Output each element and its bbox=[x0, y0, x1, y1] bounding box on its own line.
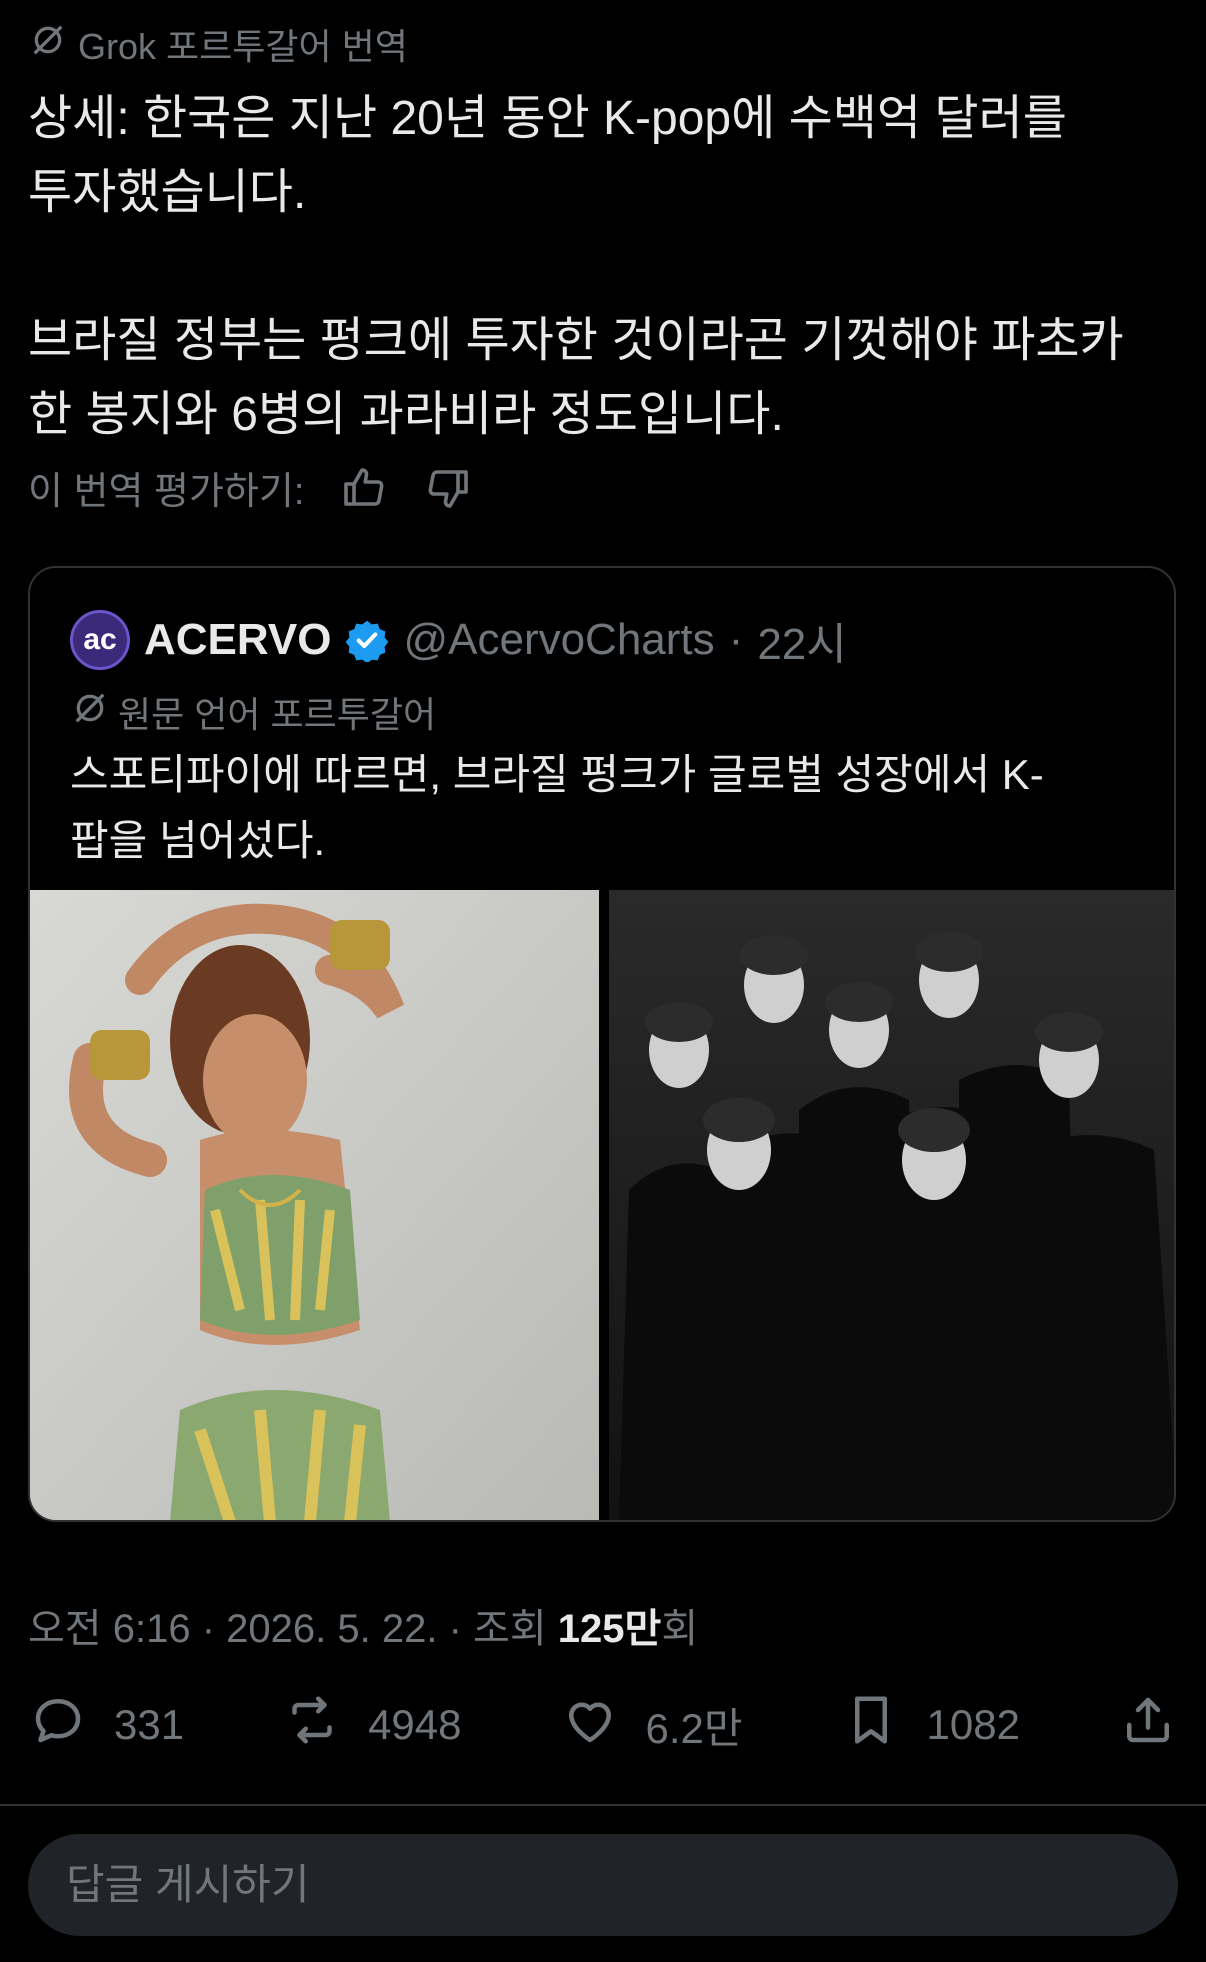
separator-dot: · bbox=[728, 615, 744, 664]
repost-button[interactable]: 4948 bbox=[282, 1690, 462, 1760]
separator-dot: · bbox=[448, 1607, 462, 1651]
quoted-tweet-text: 스포티파이에 따르면, 브라질 펑크가 글로벌 성장에서 K- 팝을 넘어섰다. bbox=[70, 751, 1044, 864]
tweet-detail-page: Grok 포르투갈어 번역 상세: 한국은 지난 20년 동안 K-pop에 수… bbox=[0, 0, 1206, 1962]
reply-count: 331 bbox=[114, 1701, 185, 1748]
quoted-tweet-card[interactable]: ac ACERVO @AcervoCharts · 22시 원문 언어 포르투갈… bbox=[28, 566, 1176, 1522]
share-icon bbox=[1118, 1690, 1178, 1760]
tweet-actions-bar: 331 4948 6.2만 1082 bbox=[28, 1690, 1178, 1760]
quoted-tweet-time: 22시 bbox=[757, 620, 847, 669]
bookmark-count: 1082 bbox=[926, 1701, 1020, 1748]
grok-slash-icon bbox=[70, 688, 110, 737]
translated-tweet-text: 상세: 한국은 지난 20년 동안 K-pop에 수백억 달러를 투자했습니다.… bbox=[28, 92, 1124, 441]
share-button[interactable] bbox=[1118, 1690, 1178, 1760]
original-language-label[interactable]: 원문 언어 포르투갈어 bbox=[118, 686, 436, 738]
grok-translation-label-row: Grok 포르투갈어 번역 bbox=[28, 18, 408, 70]
repost-icon bbox=[282, 1690, 342, 1760]
quoted-author-handle[interactable]: @AcervoCharts bbox=[403, 615, 714, 665]
separator-dot: · bbox=[201, 1607, 216, 1651]
avatar[interactable]: ac bbox=[70, 610, 130, 670]
reply-button[interactable]: 331 bbox=[28, 1690, 184, 1760]
bookmark-icon bbox=[841, 1690, 901, 1760]
tweet-time[interactable]: 오전 6:16 bbox=[28, 1607, 191, 1651]
rate-translation-label: 이 번역 평가하기: bbox=[28, 471, 305, 513]
reply-composer[interactable] bbox=[28, 1834, 1178, 1936]
reply-input[interactable] bbox=[64, 1860, 1128, 1910]
views-suffix: 회 bbox=[661, 1607, 699, 1651]
views-label: 조회 bbox=[473, 1607, 547, 1651]
thumbs-up-icon[interactable] bbox=[340, 464, 388, 512]
reply-bubble-icon bbox=[28, 1690, 88, 1760]
rate-translation-row: 이 번역 평가하기: bbox=[28, 460, 472, 515]
quoted-tweet-media[interactable] bbox=[30, 890, 1174, 1520]
divider bbox=[0, 1804, 1206, 1806]
verified-badge-icon bbox=[345, 618, 389, 662]
grok-translation-label: Grok 포르투갈어 번역 bbox=[78, 26, 408, 67]
thumbs-down-icon[interactable] bbox=[424, 464, 472, 512]
quoted-author-name[interactable]: ACERVO bbox=[144, 615, 331, 665]
original-language-row: 원문 언어 포르투갈어 bbox=[70, 686, 436, 738]
quoted-tweet-header: ac ACERVO @AcervoCharts · 22시 bbox=[70, 608, 847, 672]
views-count[interactable]: 125만 bbox=[558, 1607, 662, 1651]
repost-count: 4948 bbox=[368, 1701, 462, 1748]
like-count: 6.2만 bbox=[645, 1704, 743, 1752]
bookmark-button[interactable]: 1082 bbox=[841, 1690, 1020, 1760]
heart-icon bbox=[560, 1690, 620, 1760]
grok-slash-icon bbox=[28, 20, 68, 69]
like-button[interactable]: 6.2만 bbox=[560, 1690, 743, 1760]
tweet-date[interactable]: 2026. 5. 22. bbox=[226, 1607, 437, 1651]
tweet-meta-row: 오전 6:16 · 2026. 5. 22. · 조회 125만회 bbox=[28, 1596, 698, 1654]
media-photo-left[interactable] bbox=[30, 890, 599, 1520]
media-photo-right[interactable] bbox=[609, 890, 1174, 1520]
